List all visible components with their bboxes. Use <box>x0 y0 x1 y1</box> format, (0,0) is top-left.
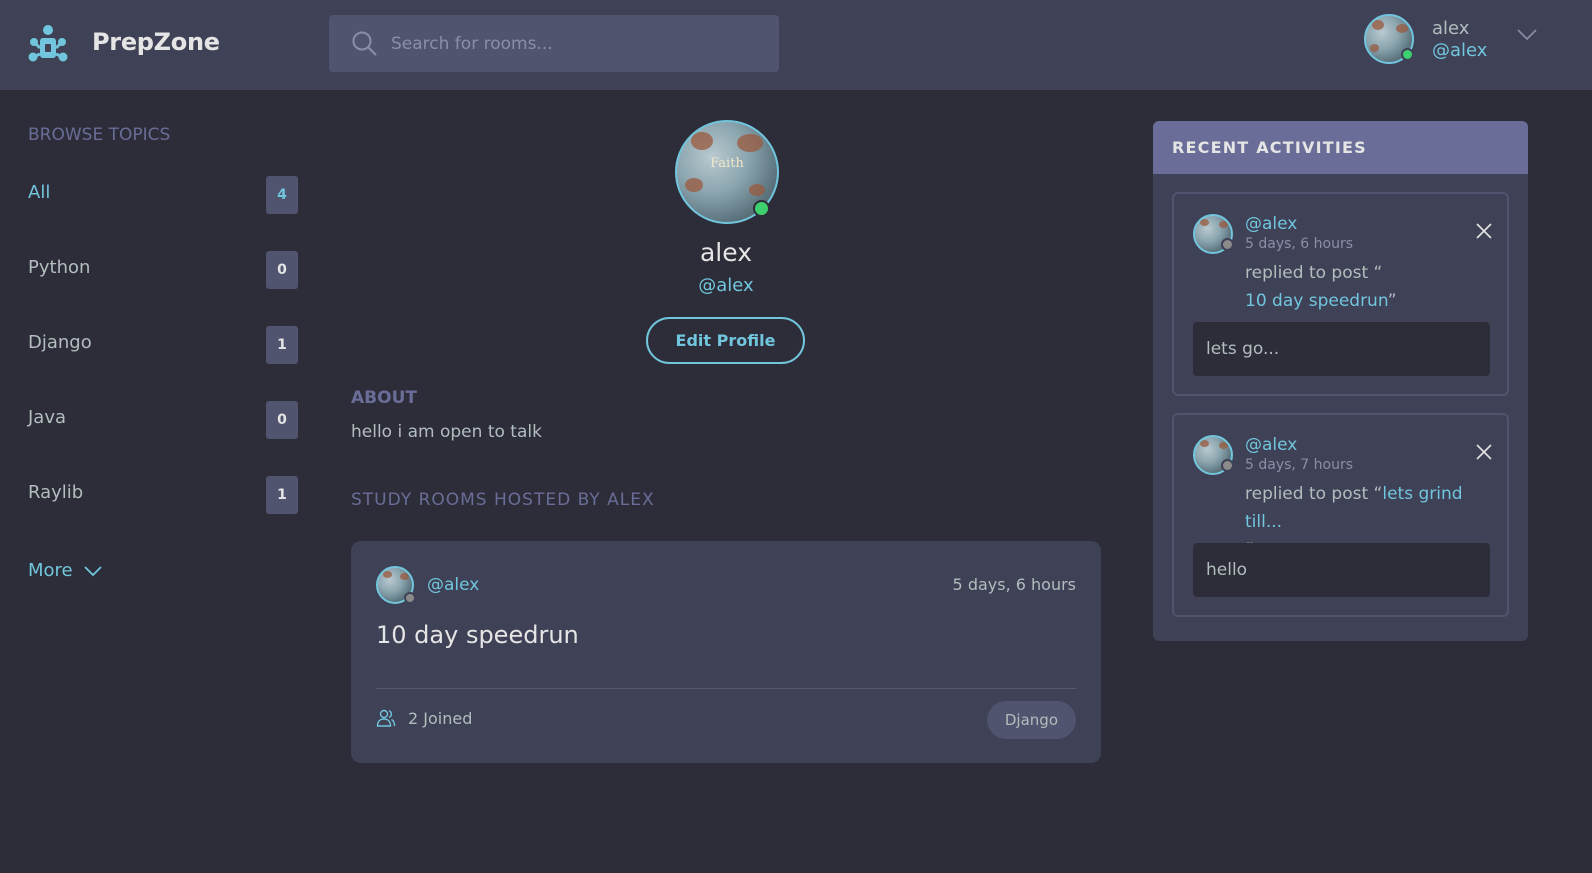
joined-text: 2 Joined <box>408 708 473 728</box>
topic-item-python[interactable]: Python 0 <box>28 249 298 289</box>
search-input[interactable] <box>391 15 761 72</box>
activity-suffix: ” <box>1387 291 1397 311</box>
activity-avatar[interactable] <box>1193 435 1234 475</box>
profile-avatar: Faith <box>675 120 779 224</box>
about-text: hello i am open to talk <box>351 422 542 442</box>
activity-card: @alex 5 days, 6 hours replied to post “ 1… <box>1172 192 1509 396</box>
close-icon[interactable] <box>1475 443 1493 461</box>
topic-count-badge: 0 <box>266 401 298 439</box>
topic-label: All <box>28 182 51 203</box>
activity-reply: lets go... <box>1193 322 1490 376</box>
topics-sidebar: BROWSE TOPICS All 4 Python 0 Django 1 Ja… <box>28 120 298 581</box>
header-username: alex <box>1432 18 1470 39</box>
room-divider <box>376 688 1076 689</box>
hosted-rooms-title: STUDY ROOMS HOSTED BY ALEX <box>351 490 655 510</box>
topic-label: Java <box>28 407 67 428</box>
app-name[interactable]: PrepZone <box>92 28 220 56</box>
top-navbar: PrepZone alex @alex <box>0 0 1592 90</box>
more-topics-link[interactable]: More <box>28 560 103 581</box>
room-host-handle[interactable]: @alex <box>427 575 479 595</box>
activity-prefix: replied to post “ <box>1245 263 1383 283</box>
room-topic-tag[interactable]: Django <box>986 701 1076 739</box>
profile-handle: @alex <box>698 275 754 296</box>
header-avatar[interactable] <box>1364 14 1414 64</box>
activity-handle[interactable]: @alex <box>1245 435 1297 455</box>
topic-count-badge: 0 <box>266 251 298 289</box>
profile-name: alex <box>699 238 752 267</box>
browse-topics-title: BROWSE TOPICS <box>28 125 171 145</box>
activity-reply: hello <box>1193 543 1490 597</box>
activity-avatar[interactable] <box>1193 214 1234 254</box>
topic-count-badge: 4 <box>266 176 298 214</box>
activity-prefix: replied to post “ <box>1245 484 1383 504</box>
search-icon <box>352 31 377 56</box>
online-status-dot <box>1401 48 1414 61</box>
edit-profile-button[interactable]: Edit Profile <box>646 317 805 364</box>
room-host-avatar[interactable] <box>376 566 416 604</box>
activity-text: replied to post “ 10 day speedrun” <box>1245 259 1495 315</box>
search-bar <box>329 15 779 72</box>
activity-card: @alex 5 days, 7 hours replied to post “l… <box>1172 413 1509 617</box>
topic-item-raylib[interactable]: Raylib 1 <box>28 474 298 514</box>
topic-label: Django <box>28 332 92 353</box>
online-status-dot <box>753 200 770 217</box>
more-label: More <box>28 560 73 581</box>
close-icon[interactable] <box>1475 222 1493 240</box>
offline-status-dot <box>1221 459 1234 472</box>
topic-label: Python <box>28 257 91 278</box>
room-card[interactable]: @alex 5 days, 6 hours 10 day speedrun 2 … <box>351 541 1101 763</box>
header-handle: @alex <box>1432 40 1488 61</box>
activity-time: 5 days, 7 hours <box>1245 457 1354 473</box>
room-joined-count: 2 Joined <box>376 708 472 728</box>
offline-status-dot <box>404 592 416 604</box>
user-menu[interactable]: alex @alex <box>1364 14 1544 66</box>
prepzone-logo-icon[interactable] <box>27 24 69 64</box>
topic-item-django[interactable]: Django 1 <box>28 324 298 364</box>
offline-status-dot <box>1221 238 1234 251</box>
about-title: ABOUT <box>351 388 417 408</box>
chevron-down-icon <box>83 565 102 576</box>
avatar-image-text: Faith <box>710 156 744 171</box>
room-created-time: 5 days, 6 hours <box>952 575 1076 594</box>
topic-item-java[interactable]: Java 0 <box>28 399 298 439</box>
topic-count-badge: 1 <box>266 476 298 514</box>
room-title[interactable]: 10 day speedrun <box>376 621 579 649</box>
topic-label: Raylib <box>28 482 84 503</box>
activity-post-link[interactable]: 10 day speedrun <box>1245 291 1388 311</box>
recent-activities-title: RECENT ACTIVITIES <box>1153 121 1528 174</box>
recent-activities-panel: RECENT ACTIVITIES @alex 5 days, 6 hours … <box>1153 121 1528 641</box>
topic-item-all[interactable]: All 4 <box>28 174 298 214</box>
users-icon <box>376 709 396 727</box>
activity-handle[interactable]: @alex <box>1245 214 1297 234</box>
activity-time: 5 days, 6 hours <box>1245 236 1354 252</box>
chevron-down-icon[interactable] <box>1516 28 1538 42</box>
topic-count-badge: 1 <box>266 326 298 364</box>
